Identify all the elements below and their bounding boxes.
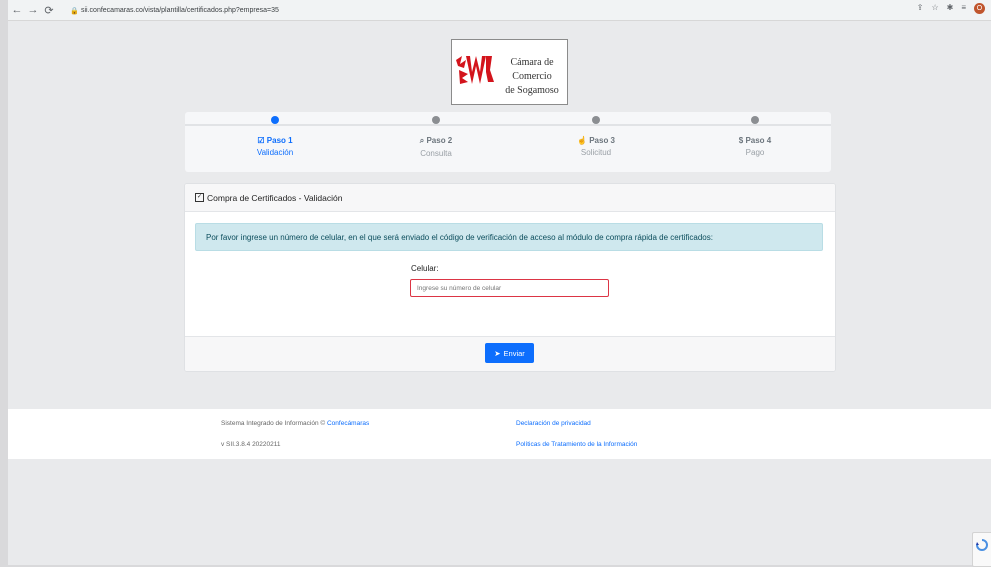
validation-card: ✓ Compra de Certificados - Validación Po… <box>184 183 836 372</box>
step-3-title: ☝ Paso 3 <box>577 136 615 145</box>
card-header: ✓ Compra de Certificados - Validación <box>185 184 835 212</box>
step-progress: ☑ Paso 1 Validación ⌕ Paso 2 Consulta ☝ … <box>185 112 831 172</box>
checkbox-icon: ☑ <box>257 136 265 145</box>
card-title: Compra de Certificados - Validación <box>207 192 343 203</box>
browser-toolbar: ← → ⟳ 🔒 sii.confecamaras.co/vista/planti… <box>8 0 991 21</box>
step-3-dot <box>592 116 600 124</box>
step-1-subtitle: Validación <box>256 148 294 157</box>
chamber-logo-mark-icon <box>456 56 494 84</box>
send-button-label: Enviar <box>503 348 525 358</box>
lock-icon: 🔒 <box>70 7 79 15</box>
reading-list-icon[interactable]: ≡ <box>961 3 966 14</box>
privacy-link[interactable]: Declaración de privacidad <box>516 420 591 427</box>
reload-icon[interactable]: ⟳ <box>42 4 56 17</box>
info-alert: Por favor ingrese un número de celular, … <box>195 223 823 251</box>
recaptcha-icon <box>976 539 988 551</box>
step-2-dot <box>432 116 440 124</box>
phone-input[interactable] <box>410 279 609 297</box>
forward-icon[interactable]: → <box>26 4 40 16</box>
logo-line-2: de Sogamoso <box>505 85 559 96</box>
star-icon[interactable]: ☆ <box>931 3 938 14</box>
data-policy-link[interactable]: Políticas de Tratamiento de la Informaci… <box>516 441 637 448</box>
step-3[interactable]: ☝ Paso 3 Solicitud <box>516 112 676 157</box>
search-icon: ⌕ <box>419 136 425 145</box>
profile-avatar[interactable]: O <box>974 3 985 14</box>
url-text: sii.confecamaras.co/vista/plantilla/cert… <box>81 6 279 14</box>
recaptcha-badge[interactable] <box>972 532 991 567</box>
step-4[interactable]: $ Paso 4 Pago <box>675 112 835 157</box>
system-credit: Sistema Integrado de Información © Confe… <box>221 420 370 427</box>
version-text: v SII.3.8.4 20220211 <box>221 441 281 448</box>
step-4-dot <box>751 116 759 124</box>
address-bar[interactable]: 🔒 sii.confecamaras.co/vista/plantilla/ce… <box>64 3 884 17</box>
phone-label: Celular: <box>411 264 439 273</box>
dollar-icon: $ <box>738 136 744 145</box>
logo-line-1: Cámara de Comercio <box>510 57 554 82</box>
hand-pointer-icon: ☝ <box>577 136 587 145</box>
step-4-title: $ Paso 4 <box>738 136 772 145</box>
step-1-title: ☑ Paso 1 <box>257 136 293 145</box>
site-footer: Sistema Integrado de Información © Confe… <box>8 409 991 459</box>
card-footer: ➤ Enviar <box>185 336 835 371</box>
confecamaras-link[interactable]: Confecámaras <box>327 420 369 427</box>
back-icon[interactable]: ← <box>10 4 24 16</box>
checkbox-icon: ✓ <box>195 193 204 202</box>
step-3-subtitle: Solicitud <box>580 148 612 157</box>
paper-plane-icon: ➤ <box>494 348 501 358</box>
step-4-subtitle: Pago <box>745 148 765 157</box>
step-1-dot <box>271 116 279 124</box>
step-1[interactable]: ☑ Paso 1 Validación <box>195 112 355 157</box>
browser-window: ← → ⟳ 🔒 sii.confecamaras.co/vista/planti… <box>8 0 991 567</box>
step-2-title: ⌕ Paso 2 <box>419 136 453 145</box>
send-button[interactable]: ➤ Enviar <box>485 343 534 363</box>
chamber-logo-text: Cámara de Comercio de Sogamoso <box>499 56 565 98</box>
step-2[interactable]: ⌕ Paso 2 Consulta <box>356 112 516 158</box>
share-icon[interactable]: ⇪ <box>917 3 924 14</box>
chamber-logo: Cámara de Comercio de Sogamoso <box>451 39 568 105</box>
browser-actions: ⇪ ☆ ✱ ≡ O <box>917 3 985 14</box>
info-alert-text: Por favor ingrese un número de celular, … <box>206 232 713 242</box>
extensions-icon[interactable]: ✱ <box>947 3 954 14</box>
step-2-subtitle: Consulta <box>420 149 452 158</box>
